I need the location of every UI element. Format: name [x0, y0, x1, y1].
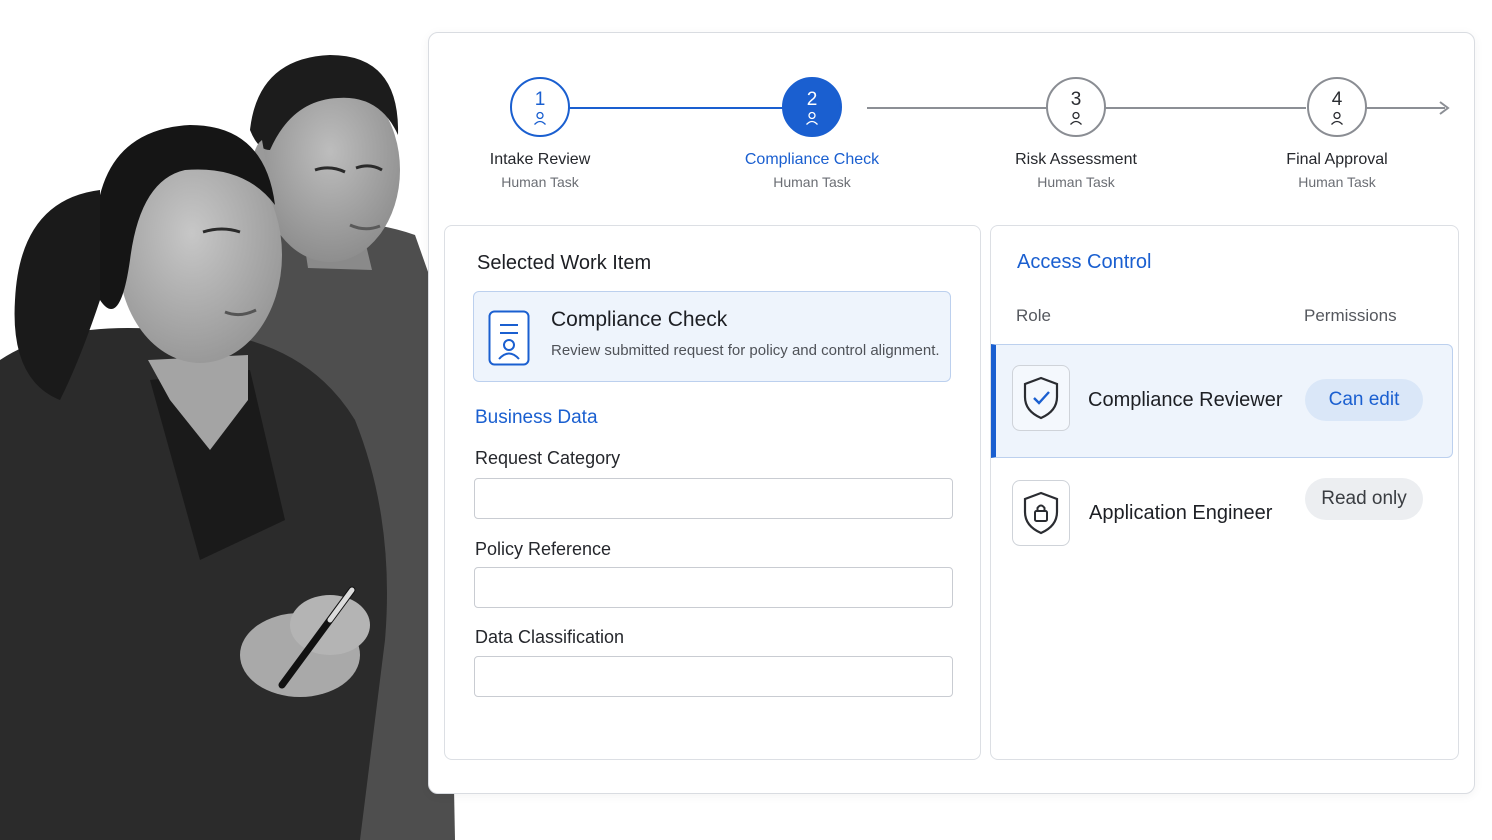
permission-badge-read-only[interactable]: Read only	[1305, 478, 1423, 520]
step-circle: 1	[510, 77, 570, 137]
arrow-right-icon	[1439, 101, 1450, 115]
permissions-column-header: Permissions	[1304, 306, 1397, 325]
role-name: Compliance Reviewer	[1088, 389, 1283, 411]
user-icon	[534, 111, 546, 125]
step-title: Compliance Check	[744, 151, 880, 168]
step-subtitle: Human Task	[773, 174, 851, 190]
step-number: 1	[534, 88, 546, 110]
request-category-input[interactable]	[474, 478, 953, 519]
step-number: 2	[806, 88, 818, 110]
policy-reference-input[interactable]	[474, 567, 953, 608]
step-number: 4	[1331, 88, 1343, 110]
step-subtitle: Human Task	[1037, 174, 1115, 190]
step-intake-review[interactable]: 1 Intake Review Human Task	[450, 77, 630, 190]
role-column-header: Role	[1016, 306, 1051, 325]
step-compliance-check[interactable]: 2 Compliance Check Human Task	[722, 77, 902, 190]
step-circle: 3	[1046, 77, 1106, 137]
step-circle: 2	[782, 77, 842, 137]
permission-badge-can-edit[interactable]: Can edit	[1305, 379, 1423, 421]
role-name: Application Engineer	[1089, 502, 1273, 524]
role-row-application-engineer[interactable]: Application Engineer Read only	[991, 458, 1453, 572]
user-icon	[1070, 111, 1082, 125]
request-category-label: Request Category	[475, 448, 621, 468]
step-title: Intake Review	[489, 151, 591, 168]
shield-check-icon	[1023, 376, 1059, 420]
work-item-panel: Selected Work Item Compliance Check Revi…	[444, 225, 981, 760]
document-user-icon	[488, 310, 530, 366]
workflow-card: 1 Intake Review Human Task 2 Compliance …	[428, 32, 1475, 794]
data-classification-input[interactable]	[474, 656, 953, 697]
user-icon	[1331, 111, 1343, 125]
step-subtitle: Human Task	[1298, 174, 1376, 190]
data-classification-label: Data Classification	[475, 627, 625, 647]
selected-work-item-card[interactable]: Compliance Check Review submitted reques…	[473, 291, 951, 382]
step-circle: 4	[1307, 77, 1367, 137]
access-control-panel: Access Control Role Permissions Complian…	[990, 225, 1459, 760]
role-icon-box	[1012, 480, 1070, 546]
access-control-heading: Access Control	[1017, 251, 1152, 273]
work-item-description: Review submitted request for policy and …	[551, 342, 940, 359]
step-number: 3	[1070, 88, 1082, 110]
shield-lock-icon	[1023, 491, 1059, 535]
workflow-stepper: 1 Intake Review Human Task 2 Compliance …	[429, 33, 1474, 223]
step-final-approval[interactable]: 4 Final Approval Human Task	[1247, 77, 1427, 190]
role-row-compliance-reviewer[interactable]: Compliance Reviewer Can edit	[991, 344, 1453, 458]
business-data-heading: Business Data	[475, 407, 598, 428]
step-risk-assessment[interactable]: 3 Risk Assessment Human Task	[986, 77, 1166, 190]
step-subtitle: Human Task	[501, 174, 579, 190]
user-icon	[806, 111, 818, 125]
step-title: Risk Assessment	[1015, 151, 1137, 168]
role-icon-box	[1012, 365, 1070, 431]
step-title: Final Approval	[1286, 151, 1388, 168]
selected-work-item-heading: Selected Work Item	[477, 252, 652, 274]
work-item-title: Compliance Check	[551, 308, 728, 331]
policy-reference-label: Policy Reference	[475, 539, 612, 559]
